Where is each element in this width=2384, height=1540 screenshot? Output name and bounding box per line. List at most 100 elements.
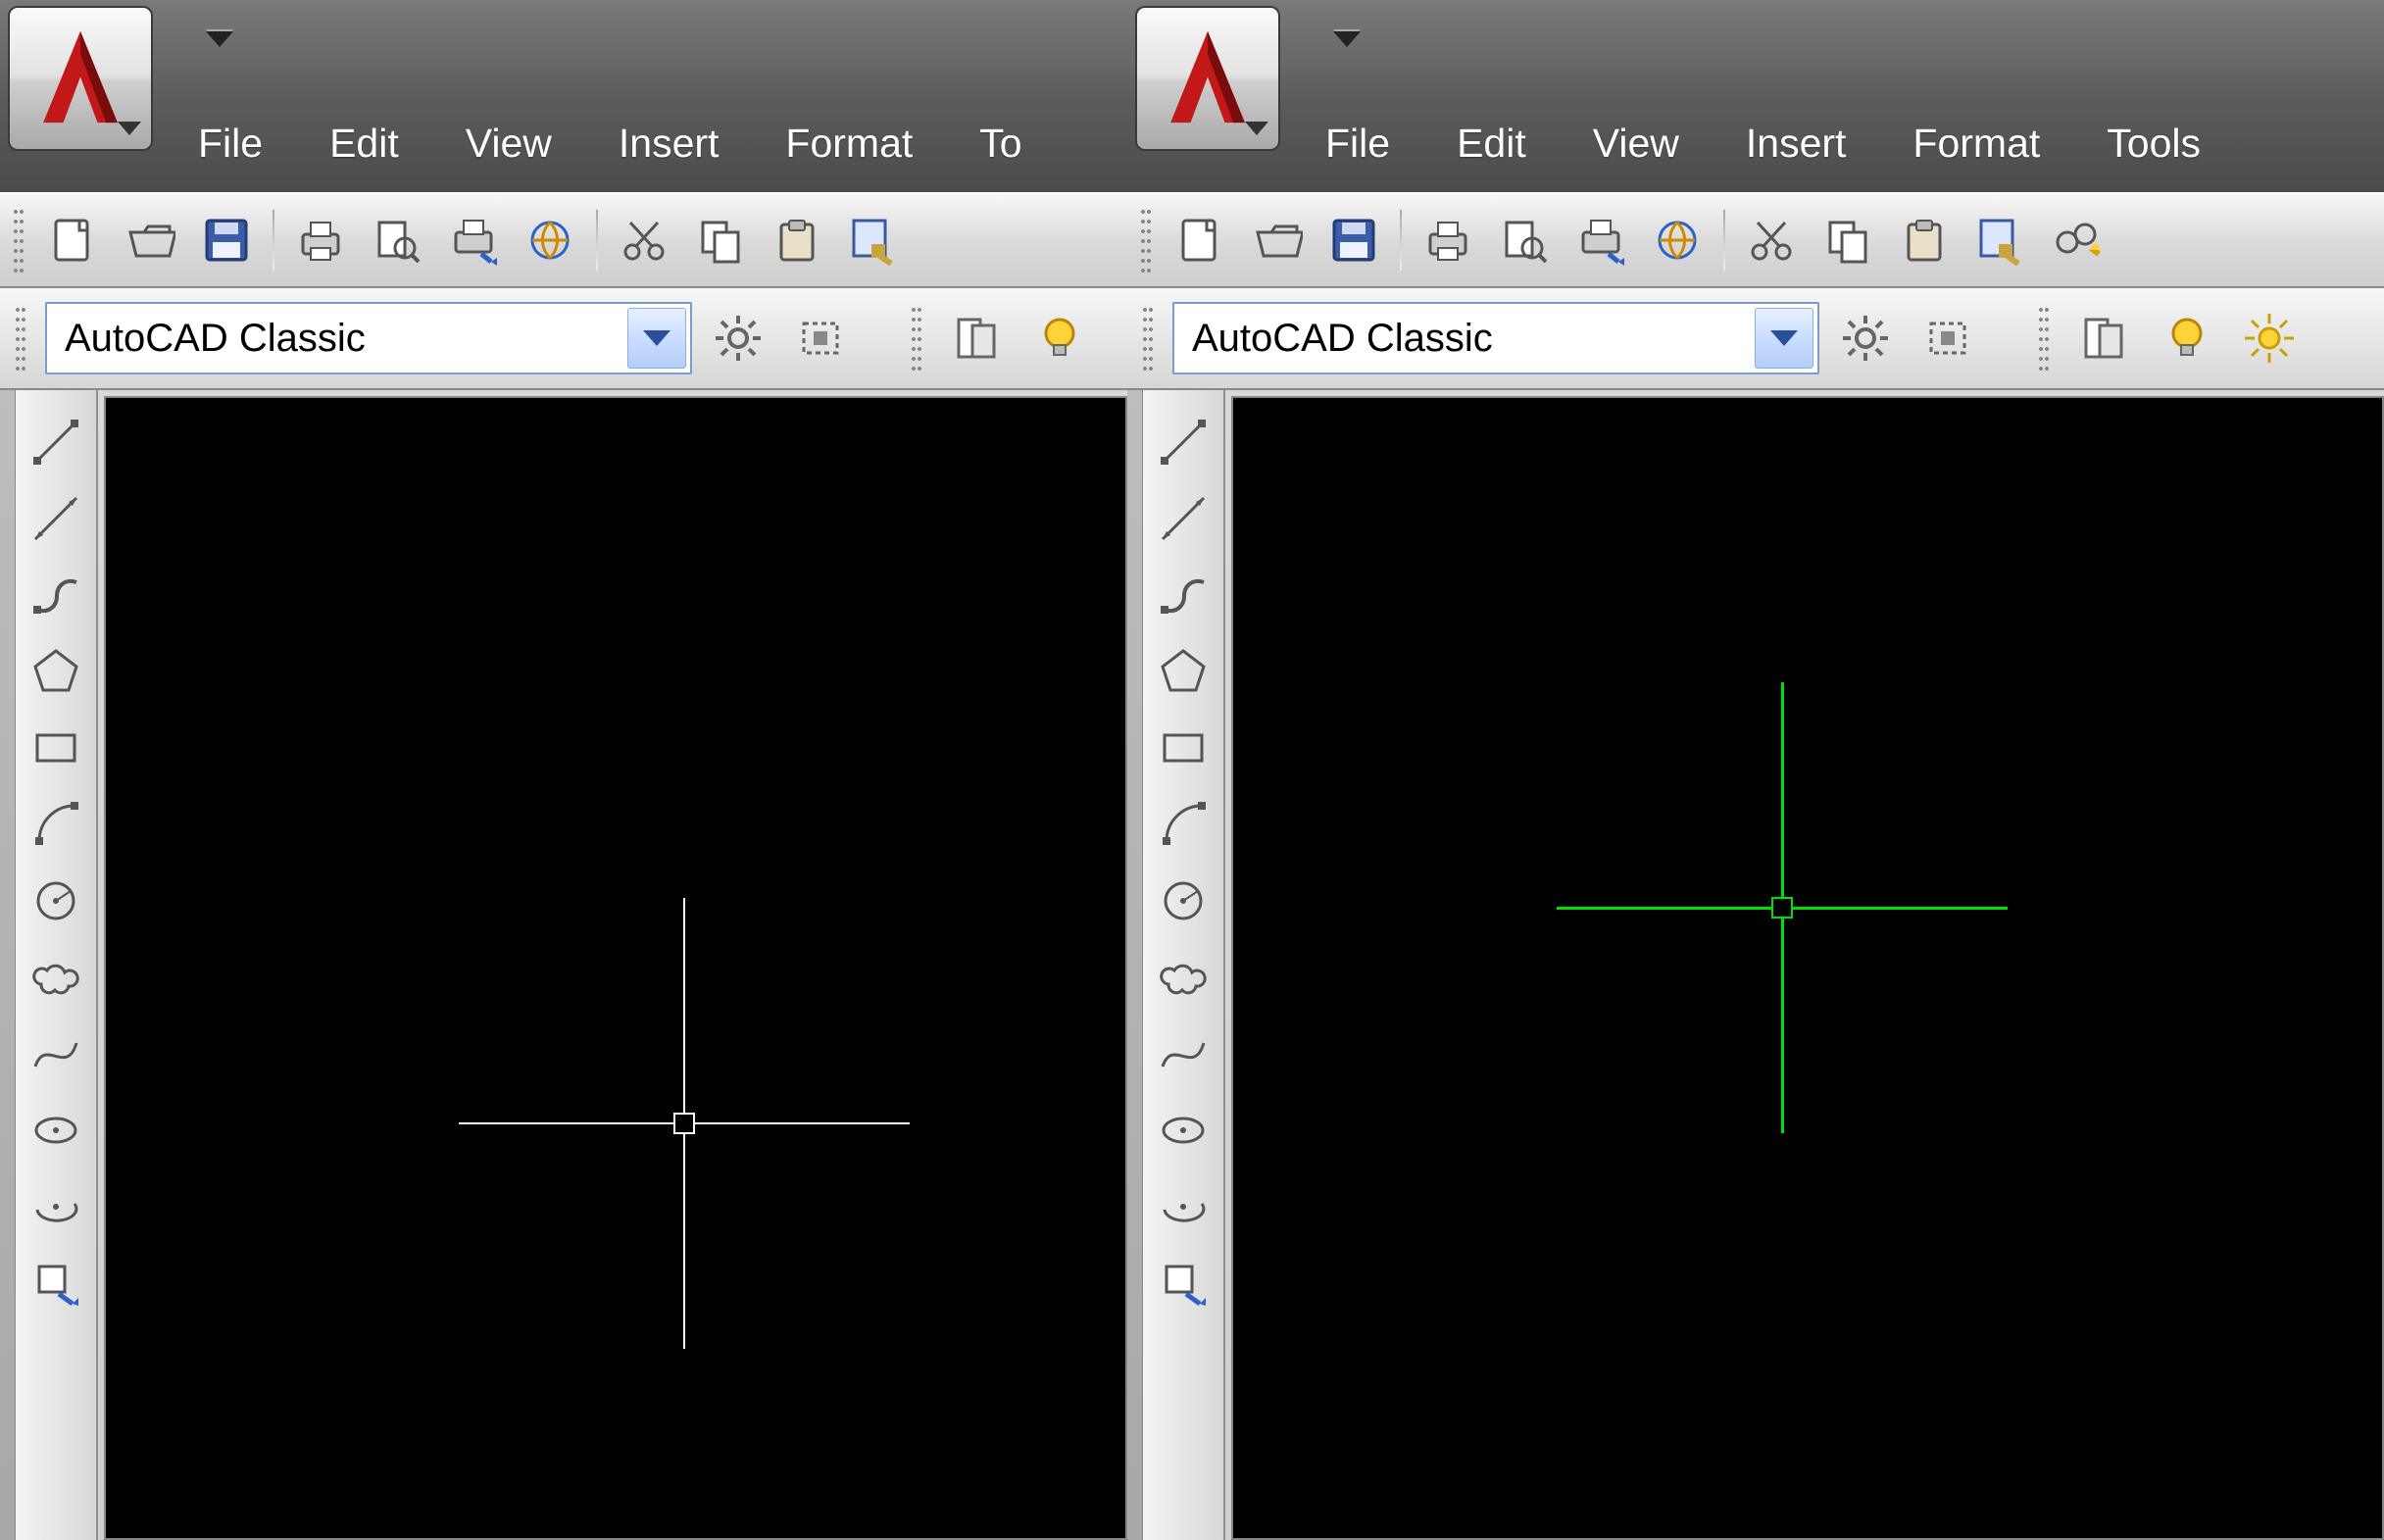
print-button[interactable] bbox=[284, 204, 357, 276]
save-button[interactable] bbox=[1317, 204, 1390, 276]
cloud-icon bbox=[1157, 951, 1210, 1004]
ellipse-arc-tool[interactable] bbox=[1149, 1172, 1217, 1241]
print-preview-icon bbox=[1499, 215, 1550, 266]
dropdown-arrow-icon[interactable] bbox=[1755, 308, 1813, 369]
menu-tools-partial[interactable]: To bbox=[946, 111, 1055, 176]
print-preview-button[interactable] bbox=[361, 204, 433, 276]
menu-edit[interactable]: Edit bbox=[1423, 111, 1560, 176]
toolbar-grip-icon[interactable] bbox=[2037, 306, 2051, 371]
circle-tool[interactable] bbox=[1149, 867, 1217, 935]
lightbulb-button[interactable] bbox=[1023, 302, 1096, 374]
match-properties-button[interactable] bbox=[837, 204, 910, 276]
circle-tool[interactable] bbox=[22, 867, 90, 935]
application-menu-button[interactable] bbox=[8, 6, 153, 151]
printer-icon bbox=[295, 215, 346, 266]
rectangle-tool[interactable] bbox=[1149, 714, 1217, 782]
clipboard-icon bbox=[771, 215, 822, 266]
insert-block-tool[interactable] bbox=[22, 1249, 90, 1317]
menu-format[interactable]: Format bbox=[752, 111, 946, 176]
tool-palettes-button[interactable] bbox=[941, 302, 1014, 374]
insert-block-icon bbox=[1157, 1257, 1210, 1310]
polyline-tool[interactable] bbox=[1149, 561, 1217, 629]
revision-cloud-tool[interactable] bbox=[1149, 943, 1217, 1012]
toolbar-grip-icon[interactable] bbox=[12, 208, 25, 273]
drawing-canvas[interactable] bbox=[104, 396, 1127, 1540]
save-button[interactable] bbox=[190, 204, 263, 276]
menu-edit[interactable]: Edit bbox=[296, 111, 432, 176]
menu-file[interactable]: File bbox=[1292, 111, 1423, 176]
toolbar-separator bbox=[273, 210, 274, 271]
polygon-tool[interactable] bbox=[22, 637, 90, 706]
block-editor-button[interactable] bbox=[2041, 204, 2113, 276]
sun-button[interactable] bbox=[2233, 302, 2306, 374]
sun-icon bbox=[2243, 312, 2296, 365]
polygon-tool[interactable] bbox=[1149, 637, 1217, 706]
line-tool[interactable] bbox=[22, 408, 90, 476]
lightbulb-button[interactable] bbox=[2151, 302, 2223, 374]
paste-button[interactable] bbox=[1888, 204, 1961, 276]
construction-line-tool[interactable] bbox=[22, 484, 90, 553]
copy-button[interactable] bbox=[684, 204, 757, 276]
plot-button[interactable] bbox=[1564, 204, 1637, 276]
menu-file[interactable]: File bbox=[165, 111, 296, 176]
construction-line-tool[interactable] bbox=[1149, 484, 1217, 553]
workspace-settings-button[interactable] bbox=[702, 302, 774, 374]
menu-tools[interactable]: Tools bbox=[2073, 111, 2234, 176]
ellipse-arc-tool[interactable] bbox=[22, 1172, 90, 1241]
ellipse-tool[interactable] bbox=[22, 1096, 90, 1165]
quick-access-dropdown-icon[interactable] bbox=[1333, 31, 1361, 47]
circle-icon bbox=[1157, 874, 1210, 927]
tool-palettes-icon bbox=[951, 312, 1004, 365]
revision-cloud-tool[interactable] bbox=[22, 943, 90, 1012]
cut-button[interactable] bbox=[608, 204, 680, 276]
menu-insert[interactable]: Insert bbox=[1713, 111, 1880, 176]
insert-block-icon bbox=[29, 1257, 82, 1310]
workspace-label: AutoCAD Classic bbox=[1192, 317, 1755, 361]
polyline-tool[interactable] bbox=[22, 561, 90, 629]
line-tool[interactable] bbox=[1149, 408, 1217, 476]
polyline-icon bbox=[1157, 569, 1210, 621]
print-preview-button[interactable] bbox=[1488, 204, 1561, 276]
arc-tool[interactable] bbox=[22, 790, 90, 859]
plot-icon bbox=[448, 215, 499, 266]
cut-button[interactable] bbox=[1735, 204, 1808, 276]
rectangle-tool[interactable] bbox=[22, 714, 90, 782]
quick-access-dropdown-icon[interactable] bbox=[206, 31, 233, 47]
editor-body bbox=[1127, 390, 2384, 1540]
toolbar-grip-icon[interactable] bbox=[14, 306, 27, 371]
toolbar-grip-icon[interactable] bbox=[1141, 306, 1155, 371]
paste-button[interactable] bbox=[761, 204, 833, 276]
drawing-canvas[interactable] bbox=[1231, 396, 2384, 1540]
toolbar-grip-icon[interactable] bbox=[1139, 208, 1153, 273]
construction-line-icon bbox=[29, 492, 82, 545]
spline-tool[interactable] bbox=[1149, 1019, 1217, 1088]
print-button[interactable] bbox=[1412, 204, 1484, 276]
spline-tool[interactable] bbox=[22, 1019, 90, 1088]
rectangle-icon bbox=[1157, 721, 1210, 774]
plot-button[interactable] bbox=[437, 204, 510, 276]
new-button[interactable] bbox=[1165, 204, 1237, 276]
tool-palettes-button[interactable] bbox=[2068, 302, 2141, 374]
application-menu-button[interactable] bbox=[1135, 6, 1280, 151]
menu-format[interactable]: Format bbox=[1879, 111, 2073, 176]
workspace-lock-button[interactable] bbox=[1912, 302, 1984, 374]
copy-button[interactable] bbox=[1812, 204, 1884, 276]
insert-block-tool[interactable] bbox=[1149, 1249, 1217, 1317]
toolbar-grip-icon[interactable] bbox=[910, 306, 923, 371]
workspace-dropdown[interactable]: AutoCAD Classic bbox=[1172, 302, 1819, 374]
menu-insert[interactable]: Insert bbox=[585, 111, 753, 176]
open-button[interactable] bbox=[114, 204, 186, 276]
workspace-settings-button[interactable] bbox=[1829, 302, 1902, 374]
menu-view[interactable]: View bbox=[432, 111, 585, 176]
workspace-dropdown[interactable]: AutoCAD Classic bbox=[45, 302, 692, 374]
ellipse-tool[interactable] bbox=[1149, 1096, 1217, 1165]
dropdown-arrow-icon[interactable] bbox=[627, 308, 686, 369]
arc-tool[interactable] bbox=[1149, 790, 1217, 859]
publish-button[interactable] bbox=[514, 204, 586, 276]
open-button[interactable] bbox=[1241, 204, 1314, 276]
menu-view[interactable]: View bbox=[1560, 111, 1713, 176]
workspace-lock-button[interactable] bbox=[784, 302, 857, 374]
new-button[interactable] bbox=[37, 204, 110, 276]
match-properties-button[interactable] bbox=[1964, 204, 2037, 276]
publish-button[interactable] bbox=[1641, 204, 1714, 276]
